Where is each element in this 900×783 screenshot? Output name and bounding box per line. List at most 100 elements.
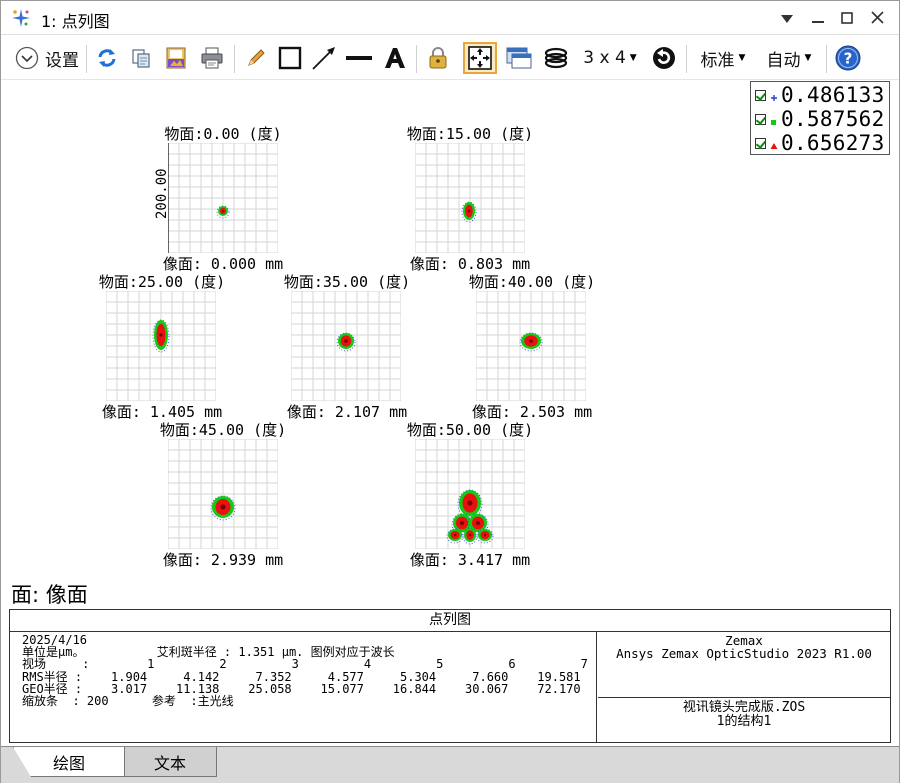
print-button[interactable]	[197, 43, 227, 73]
copy-button[interactable]	[127, 43, 155, 73]
tab-plot-label: 绘图	[52, 753, 85, 773]
spot-centroid	[529, 339, 533, 343]
auto-dropdown[interactable]: 自动 ▼	[761, 43, 817, 73]
spot-plot	[291, 291, 401, 401]
layers-button[interactable]	[541, 43, 571, 73]
standard-label: 标准	[700, 50, 735, 71]
dropdown-icon[interactable]	[774, 5, 800, 31]
pencil-button[interactable]	[243, 43, 269, 73]
spot-cell: 物面:45.00 (度) 像面: 2.939 mm	[123, 419, 323, 569]
spot-plot	[168, 143, 278, 253]
window-button[interactable]	[504, 43, 534, 73]
arrow-button[interactable]	[310, 43, 338, 73]
line-button[interactable]	[344, 43, 374, 73]
close-icon[interactable]	[864, 5, 890, 31]
triangle-marker-icon	[769, 137, 779, 149]
plot-grid	[168, 143, 278, 253]
spot-centroid	[222, 210, 224, 212]
field-title: 物面:40.00 (度)	[468, 273, 596, 291]
info-heading: 点列图	[10, 610, 890, 632]
checkbox-icon[interactable]	[755, 89, 766, 101]
rectangle-icon	[278, 46, 302, 70]
chevron-down-icon: ▼	[738, 53, 746, 63]
standard-dropdown[interactable]: 标准 ▼	[695, 43, 751, 73]
fit-button[interactable]	[463, 42, 497, 74]
tab-bar: 文本 绘图	[1, 746, 899, 783]
save-icon	[166, 47, 186, 69]
legend-item[interactable]: 0.486133	[755, 83, 885, 107]
title-bar: 1: 点列图	[1, 1, 899, 35]
spot-centroid	[467, 500, 473, 506]
layout-dropdown[interactable]: 3 x 4 ▼	[579, 43, 641, 73]
legend-wavelength: 0.587562	[781, 107, 885, 131]
field-title: 物面:45.00 (度)	[159, 421, 287, 439]
save-image-button[interactable]	[161, 43, 191, 73]
spot-plot	[476, 291, 586, 401]
image-height: 像面: 2.939 mm	[162, 551, 284, 569]
sparkle-icon	[12, 9, 30, 27]
toolbar: 设置 3 x 4 ▼ 标准 ▼ 自动 ▼ ?	[1, 36, 899, 80]
rectangle-button[interactable]	[276, 43, 304, 73]
tab-text[interactable]: 文本	[123, 747, 217, 777]
image-height: 像面: 3.417 mm	[409, 551, 531, 569]
maximize-icon[interactable]	[834, 5, 860, 31]
toolbar-divider	[686, 45, 687, 73]
rotate-button[interactable]	[649, 43, 679, 73]
field-title: 物面:15.00 (度)	[406, 125, 534, 143]
help-button[interactable]: ?	[833, 43, 863, 73]
checkbox-icon[interactable]	[755, 113, 766, 125]
tab-text-label: 文本	[153, 753, 186, 773]
spot-plot	[415, 143, 525, 253]
toolbar-divider	[826, 45, 827, 73]
pencil-icon	[248, 49, 265, 66]
spot-centroid	[476, 521, 480, 525]
spot-centroid	[460, 521, 464, 525]
field-title: 物面:35.00 (度)	[283, 273, 411, 291]
spot-plot	[415, 439, 525, 549]
surface-label: 面: 像面	[11, 583, 88, 607]
tab-plot[interactable]: 绘图	[13, 747, 125, 777]
info-scale-line: 缩放条 : 200 参考 :主光线	[22, 694, 234, 708]
lock-button[interactable]	[424, 43, 452, 73]
info-data-block: 2025/4/16 单位是µm。 艾利斑半径 : 1.351 µm. 图例对应于…	[10, 632, 597, 742]
legend-item[interactable]: 0.656273	[755, 131, 885, 155]
settings-label: 设置	[45, 50, 79, 71]
text-icon	[385, 48, 405, 68]
spot-centroid	[453, 533, 457, 537]
scale-bar-label: 200.00	[154, 168, 170, 219]
window-icon	[506, 47, 532, 69]
spot-cell: 物面:40.00 (度) 像面: 2.503 mm	[432, 271, 632, 421]
auto-label: 自动	[766, 50, 801, 71]
wavelength-legend: 0.486133 0.587562 0.656273	[750, 81, 890, 155]
spot-cell: 物面:35.00 (度) 像面: 2.107 mm	[247, 271, 447, 421]
plot-grid	[168, 439, 278, 549]
text-tool-button[interactable]	[381, 43, 409, 73]
print-icon	[201, 47, 223, 69]
lock-icon	[429, 47, 447, 69]
spot-centroid	[467, 209, 471, 213]
spot-centroid	[220, 504, 226, 510]
rotate-icon	[653, 47, 675, 69]
checkbox-icon[interactable]	[755, 137, 766, 149]
spot-centroid	[159, 333, 163, 337]
file-name: 视讯镜头完成版.ZOS	[682, 700, 806, 715]
svg-text:?: ?	[844, 50, 853, 68]
spot-cell: 物面:25.00 (度) 像面: 1.405 mm	[62, 271, 262, 421]
refresh-icon	[98, 49, 116, 67]
toolbar-divider	[416, 45, 417, 73]
chevron-down-icon: ▼	[629, 53, 637, 63]
spot-centroid	[468, 533, 472, 537]
legend-item[interactable]: 0.587562	[755, 107, 885, 131]
line-icon	[346, 56, 372, 60]
spot-centroid	[344, 339, 348, 343]
spot-centroid	[483, 533, 487, 537]
refresh-button[interactable]	[93, 43, 121, 73]
minimize-icon[interactable]	[805, 5, 831, 31]
toolbar-divider	[234, 45, 235, 73]
info-vendor-block: Zemax Ansys Zemax OpticStudio 2023 R1.00	[598, 632, 890, 698]
layers-icon	[544, 47, 568, 69]
help-icon: ?	[835, 45, 861, 71]
settings-button[interactable]: 设置	[11, 43, 83, 73]
plus-marker-icon	[769, 89, 779, 101]
legend-wavelength: 0.656273	[781, 131, 885, 155]
